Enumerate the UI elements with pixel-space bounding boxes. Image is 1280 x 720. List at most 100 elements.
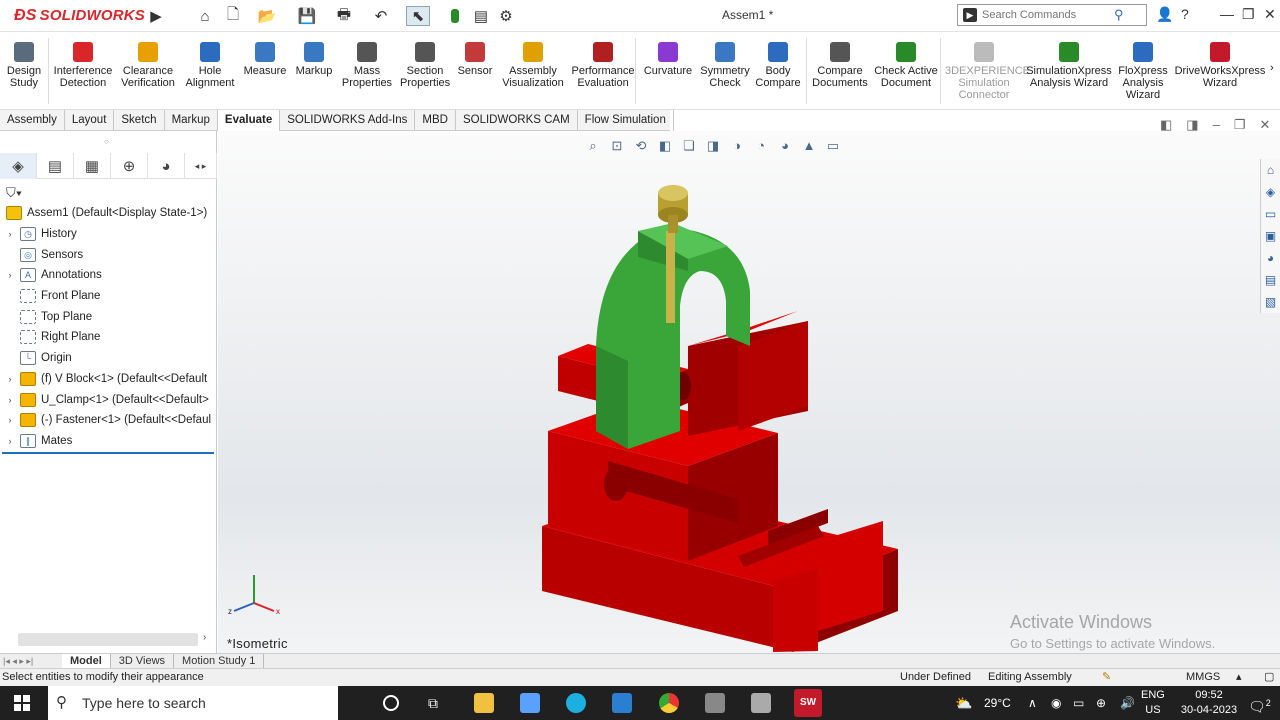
expand-arrow-icon[interactable]: › <box>4 229 16 239</box>
ribbon-clearance-verification-button[interactable]: Clearance Verification <box>118 42 178 89</box>
task-view-icon[interactable]: ⧉ <box>428 686 438 720</box>
solidworks-resources-icon[interactable]: ⌂ <box>1260 159 1280 181</box>
tree-item-f-v-block-1-default-default[interactable]: › (f) V Block<1> (Default<<Default <box>0 369 215 390</box>
print-icon[interactable]: 🖶 <box>333 6 355 26</box>
custom-properties-icon[interactable]: ▤ <box>1260 269 1280 291</box>
ribbon-sensor-button[interactable]: Sensor <box>452 42 498 77</box>
ribbon-interference-detection-button[interactable]: Interference Detection <box>50 42 116 89</box>
file-properties-icon[interactable]: ▤ <box>471 6 491 26</box>
tab-flow-simulation[interactable]: Flow Simulation <box>578 110 674 131</box>
vp-close-icon[interactable]: ✕ <box>1259 117 1270 133</box>
expand-arrow-icon[interactable]: › <box>4 395 16 405</box>
expand-arrow-icon[interactable]: › <box>4 374 16 384</box>
units-dropdown-icon[interactable]: ▴ <box>1236 669 1242 686</box>
home-icon[interactable]: ⌂ <box>194 6 216 26</box>
graphics-area[interactable]: ⌕ ⊡ ⟲ ◧ ❏ ◨ ◑ ◔ ◕ ▲ ▭ x z *Isometric Act… <box>218 131 1280 653</box>
file-explorer-app-icon[interactable] <box>474 693 494 713</box>
ribbon-mass-properties-button[interactable]: Mass Properties <box>340 42 394 89</box>
undo-icon[interactable]: ↶ <box>370 6 392 26</box>
minimize-icon[interactable]: — <box>1220 6 1234 22</box>
tree-rollback-bar[interactable] <box>2 452 214 454</box>
windows-start-icon[interactable] <box>14 695 30 711</box>
ribbon-measure-button[interactable]: Measure <box>240 42 290 77</box>
solidworks-app-icon[interactable]: SW <box>794 689 822 717</box>
language-indicator[interactable]: ENG US <box>1141 688 1165 718</box>
tree-item-annotations[interactable]: › A Annotations <box>0 265 215 286</box>
network-icon[interactable]: ⊕ <box>1096 686 1106 720</box>
expand-arrow-icon[interactable]: › <box>4 415 16 425</box>
tab-mbd[interactable]: MBD <box>415 110 456 131</box>
search-commands-input[interactable] <box>982 9 1114 21</box>
status-bar-toggle-icon[interactable]: ▢ <box>1264 669 1274 686</box>
search-icon[interactable]: ⚲ <box>1114 7 1124 23</box>
feature-manager-tab-icon[interactable]: ◈ <box>0 153 37 179</box>
new-document-icon[interactable]: 🗋 <box>222 6 244 26</box>
ribbon-driveworksxpress-wizard-button[interactable]: DriveWorksXpress Wizard <box>1172 42 1268 89</box>
tree-item-origin[interactable]: └ Origin <box>0 348 215 369</box>
usb-app-icon[interactable] <box>751 693 771 713</box>
solidworks-logo[interactable]: ƉS SOLIDWORKS <box>14 7 145 25</box>
tab-scroll-arrows-icon[interactable]: ◂ ▸ <box>185 153 217 179</box>
tree-item-top-plane[interactable]: Top Plane <box>0 306 215 327</box>
expand-arrow-icon[interactable]: › <box>4 436 16 446</box>
menu-expand-arrow-icon[interactable]: ▶ <box>150 6 162 26</box>
ribbon-design-study-button[interactable]: Design Study <box>5 42 43 89</box>
bottom-tab-3d-views[interactable]: 3D Views <box>111 653 175 669</box>
split-view-icon[interactable]: ◧ <box>1160 117 1172 133</box>
tab-solidworks-cam[interactable]: SOLIDWORKS CAM <box>456 110 578 131</box>
ribbon-performance-evaluation-button[interactable]: Performance Evaluation <box>568 42 638 89</box>
appearances-icon[interactable]: ◕ <box>1260 247 1280 269</box>
tree-root-assembly[interactable]: Assem1 (Default<Display State-1>) <box>0 203 215 224</box>
webcam-icon[interactable]: ◉ <box>1051 686 1061 720</box>
ribbon-compare-documents-button[interactable]: Compare Documents <box>809 42 871 89</box>
panel-handle-icon[interactable]: ○ <box>104 137 109 146</box>
tree-item-right-plane[interactable]: Right Plane <box>0 327 215 348</box>
units-selector[interactable]: MMGS <box>1186 669 1220 686</box>
tab-assembly[interactable]: Assembly <box>0 110 65 131</box>
tree-item-mates[interactable]: › ∥ Mates <box>0 431 215 452</box>
edge-app-icon[interactable] <box>566 693 586 713</box>
chrome-app-icon[interactable] <box>659 693 679 713</box>
clock[interactable]: 09:52 30-04-2023 <box>1176 688 1242 718</box>
ribbon-markup-button[interactable]: Markup <box>290 42 338 77</box>
filter-icon[interactable]: ⛉▾ <box>6 185 22 201</box>
tab-layout[interactable]: Layout <box>65 110 115 131</box>
weather-icon[interactable]: ⛅ <box>955 686 972 720</box>
select-icon[interactable]: ⬉ <box>406 6 430 26</box>
mail-app-icon[interactable] <box>612 693 632 713</box>
taskbar-search-box[interactable]: ⚲ Type here to search <box>48 686 338 720</box>
ribbon-assembly-visualization-button[interactable]: Assembly Visualization <box>500 42 566 89</box>
v-block-part[interactable] <box>542 311 898 652</box>
configuration-manager-tab-icon[interactable]: ▦ <box>74 153 111 179</box>
tree-item-history[interactable]: › ◷ History <box>0 224 215 245</box>
bottom-tab-motion-study-1[interactable]: Motion Study 1 <box>174 653 265 669</box>
ribbon-more-icon[interactable]: › <box>1270 62 1274 74</box>
file-explorer-icon[interactable]: ▭ <box>1260 203 1280 225</box>
close-icon[interactable]: ✕ <box>1264 6 1276 23</box>
design-library-icon[interactable]: ◈ <box>1260 181 1280 203</box>
ribbon-3dexperience-simulation-connector-button[interactable]: 3DEXPERIENCE Simulation Connector <box>945 42 1030 101</box>
ribbon-curvature-button[interactable]: Curvature <box>641 42 695 77</box>
rebuild-icon[interactable] <box>448 6 462 26</box>
tree-horizontal-scrollbar[interactable] <box>18 633 198 646</box>
tab-evaluate[interactable]: Evaluate <box>217 110 281 131</box>
search-mode-icon[interactable]: ▶ <box>963 8 977 22</box>
ribbon-body-compare-button[interactable]: Body Compare <box>753 42 803 89</box>
bottom-tab-model[interactable]: Model <box>62 653 111 669</box>
tab-nav-arrows-icon[interactable]: |◂ ◂ ▸ ▸| <box>0 656 62 667</box>
open-document-icon[interactable]: 📂 <box>256 6 278 26</box>
view-palette-icon[interactable]: ▣ <box>1260 225 1280 247</box>
ribbon-section-properties-button[interactable]: Section Properties <box>400 42 450 89</box>
scroll-right-arrow-icon[interactable]: › <box>203 632 206 643</box>
tile-view-icon[interactable]: ◨ <box>1186 117 1198 133</box>
ribbon-hole-alignment-button[interactable]: Hole Alignment <box>180 42 240 89</box>
model-render[interactable]: x z <box>218 131 1280 653</box>
ribbon-check-active-document-button[interactable]: Check Active Document <box>872 42 940 89</box>
ribbon-simulationxpress-analysis-wizard-button[interactable]: SimulationXpress Analysis Wizard <box>1025 42 1113 89</box>
tree-item-fastener-1-default-defaul[interactable]: › (-) Fastener<1> (Default<<Defaul <box>0 410 215 431</box>
temperature[interactable]: 29°C <box>984 686 1011 720</box>
expand-arrow-icon[interactable]: › <box>4 270 16 280</box>
dimxpert-tab-icon[interactable]: ⊕ <box>111 153 148 179</box>
rebuild-status-icon[interactable]: ✎ <box>1102 669 1111 686</box>
tree-item-sensors[interactable]: ◎ Sensors <box>0 244 215 265</box>
